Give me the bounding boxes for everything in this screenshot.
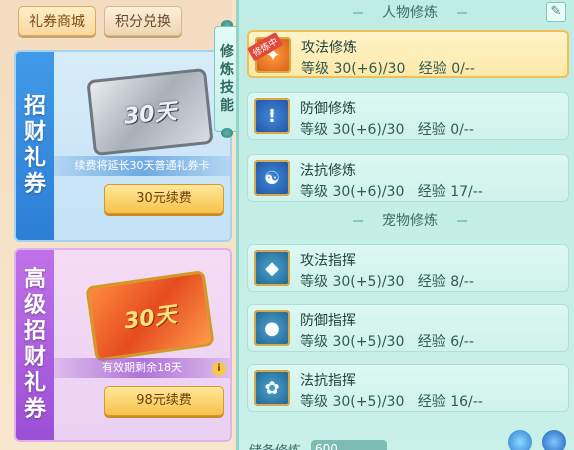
character-section-title: 人物修炼: [353, 2, 467, 24]
cultivation-panel: 人物修炼 ✎ ✦ 修炼中 攻法修炼 等级 30(+6)/30 经验 0/-- !…: [236, 0, 574, 450]
skill-row-defense[interactable]: ! 防御修炼 等级 30(+6)/30 经验 0/--: [247, 92, 569, 140]
silver-ticket-image: 30天: [86, 67, 214, 157]
skill-name: 攻法指挥: [300, 253, 356, 269]
skill-name: 法抗指挥: [300, 373, 356, 389]
tab-coupon-shop[interactable]: 礼券商城: [18, 6, 96, 36]
premium-card-title: 高 级 招 财 礼 券: [16, 250, 54, 440]
coupon-card: 招 财 礼 券 30天 续费将延长30天普通礼券卡 30元续费: [14, 50, 232, 242]
premium-info-text: 有效期剩余18天: [54, 358, 230, 378]
reserve-label: 储备修炼: [249, 440, 301, 450]
pet-paw-icon: ✿: [254, 370, 290, 406]
tab-points-exchange[interactable]: 积分兑换: [104, 6, 182, 36]
pet-flame-icon: ◆: [254, 250, 290, 286]
pet-shield-icon: ●: [254, 310, 290, 346]
shield-icon: !: [254, 98, 290, 134]
potion-icon[interactable]: [508, 430, 532, 450]
skill-row-resist[interactable]: ☯ 法抗修炼 等级 30(+6)/30 经验 17/--: [247, 154, 569, 202]
pet-row-defense[interactable]: ● 防御指挥 等级 30(+5)/30 经验 6/--: [247, 304, 569, 352]
tab-cap-bottom: [221, 128, 233, 138]
yinyang-icon: ☯: [254, 160, 290, 196]
flame-blue-icon[interactable]: [542, 430, 566, 450]
coupon-card-title: 招 财 礼 券: [16, 52, 54, 240]
skill-stats: 等级 30(+5)/30 经验 16/--: [300, 394, 483, 410]
edit-note-icon[interactable]: ✎: [546, 2, 566, 22]
skill-name: 攻法修炼: [301, 40, 357, 56]
skill-stats: 等级 30(+6)/30 经验 17/--: [300, 184, 483, 200]
premium-coupon-card: 高 级 招 财 礼 券 30天 有效期剩余18天 i 98元续费: [14, 248, 232, 442]
renew-30-button[interactable]: 30元续费: [104, 184, 224, 214]
gold-ticket-image: 30天: [85, 270, 215, 362]
skill-stats: 等级 30(+6)/30 经验 0/--: [301, 61, 475, 77]
info-icon[interactable]: i: [212, 362, 226, 376]
coupon-info-text: 续费将延长30天普通礼券卡: [54, 156, 230, 176]
skill-name: 防御修炼: [300, 101, 356, 117]
pet-section-title: 宠物修炼: [353, 210, 467, 232]
skill-name: 防御指挥: [300, 313, 356, 329]
skill-stats: 等级 30(+5)/30 经验 6/--: [300, 334, 474, 350]
skill-row-attack[interactable]: ✦ 修炼中 攻法修炼 等级 30(+6)/30 经验 0/--: [246, 30, 569, 78]
skill-stats: 等级 30(+5)/30 经验 8/--: [300, 274, 474, 290]
pet-row-attack[interactable]: ◆ 攻法指挥 等级 30(+5)/30 经验 8/--: [247, 244, 569, 292]
skill-stats: 等级 30(+6)/30 经验 0/--: [300, 122, 474, 138]
renew-98-button[interactable]: 98元续费: [104, 386, 224, 416]
pet-row-resist[interactable]: ✿ 法抗指挥 等级 30(+5)/30 经验 16/--: [247, 364, 569, 412]
shop-panel: 礼券商城 积分兑换 招 财 礼 券 30天 续费将延长30天普通礼券卡 30元续…: [0, 0, 232, 450]
reserve-value: 600: [311, 440, 387, 450]
skill-name: 法抗修炼: [300, 163, 356, 179]
